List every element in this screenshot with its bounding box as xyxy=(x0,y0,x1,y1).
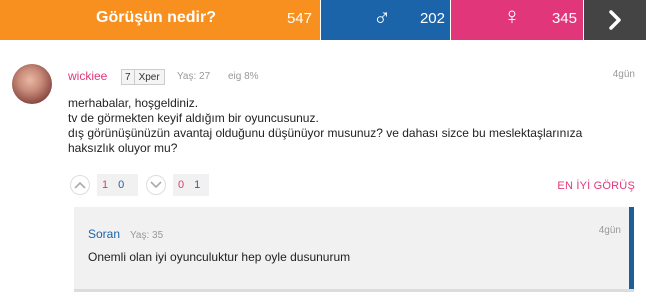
vote-up-counts: 1 0 xyxy=(97,174,138,196)
total-count: 547 xyxy=(286,10,312,27)
vote-down-counts: 0 1 xyxy=(173,174,209,196)
male-count: 202 xyxy=(419,10,445,27)
post-username[interactable]: wickiee xyxy=(68,69,107,83)
chevron-up-icon xyxy=(74,181,86,189)
vote-down-negative: 1 xyxy=(194,179,201,191)
vote-up-negative: 0 xyxy=(118,179,125,191)
female-segment[interactable]: ♀ 345 xyxy=(450,0,583,40)
reply-time: 4gün xyxy=(598,225,621,236)
opinion-segment[interactable]: Görüşün nedir? 547 xyxy=(0,0,320,40)
reply-age: Yaş: 35 xyxy=(130,230,164,241)
chevron-right-icon xyxy=(609,10,621,30)
post-line: dış görünüşünüzün avantaj olduğunu düşün… xyxy=(68,126,583,140)
reply-box: Soran Yaş: 35 4gün Onemli olan iyi oyunc… xyxy=(74,207,629,289)
male-icon: ♂ xyxy=(373,4,391,31)
reply-text: Onemli olan iyi oyunculuktur hep oyle du… xyxy=(88,250,351,264)
post-body: merhabalar, hoşgeldiniz. tv de görmekten… xyxy=(68,96,628,156)
post-eig: eig 8% xyxy=(228,71,259,82)
post-time: 4gün xyxy=(612,69,635,80)
chevron-down-icon xyxy=(150,181,162,189)
vote-up-positive: 1 xyxy=(102,179,109,191)
user-level: 7 xyxy=(122,70,135,84)
vote-up-button[interactable] xyxy=(70,175,90,195)
vote-down-positive: 0 xyxy=(178,179,185,191)
best-answer-button[interactable]: EN İYİ GÖRÜŞ xyxy=(557,180,635,192)
male-segment[interactable]: ♂ 202 xyxy=(320,0,450,40)
post-line: merhabalar, hoşgeldiniz. xyxy=(68,96,199,110)
reply-username[interactable]: Soran xyxy=(88,227,120,241)
post-age: Yaş: 27 xyxy=(177,71,211,82)
avatar[interactable] xyxy=(12,64,52,104)
question-label: Görüşün nedir? xyxy=(96,9,216,26)
user-badge: 7 Xper xyxy=(121,69,165,85)
female-icon: ♀ xyxy=(503,3,521,30)
user-rank: Xper xyxy=(138,71,160,83)
post-line: haksızlık oluyor mu? xyxy=(68,141,178,155)
female-count: 345 xyxy=(551,10,577,27)
stats-bar: Görüşün nedir? 547 ♂ 202 ♀ 345 xyxy=(0,0,646,40)
vote-down-button[interactable] xyxy=(146,175,166,195)
post-line: tv de görmekten keyif aldığım bir oyuncu… xyxy=(68,111,319,125)
next-button[interactable] xyxy=(583,0,646,40)
reply-accent-bar xyxy=(629,207,634,292)
